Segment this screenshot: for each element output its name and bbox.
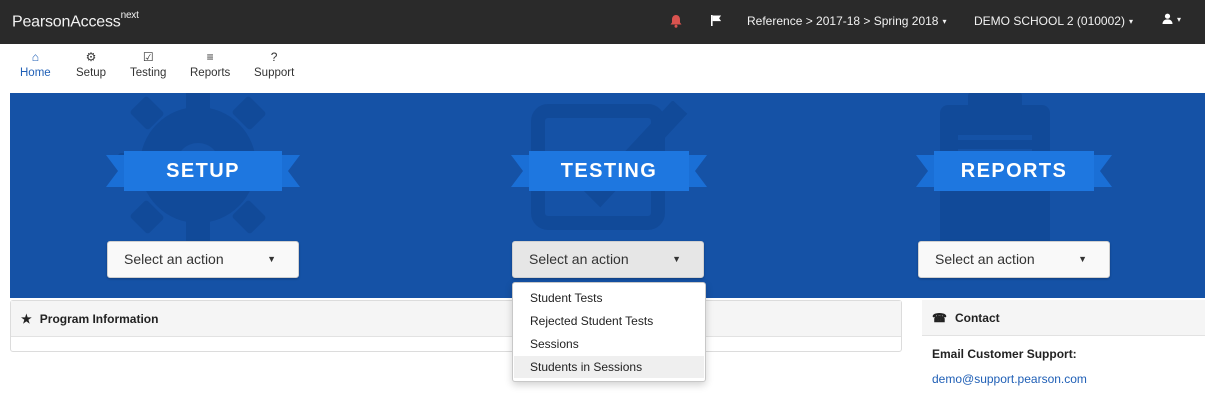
testing-action-select[interactable]: Select an action ▼ bbox=[512, 241, 704, 278]
menu-item-sessions[interactable]: Sessions bbox=[514, 333, 704, 355]
setup-title: SETUP bbox=[124, 151, 282, 191]
caret-down-icon: ▼ bbox=[267, 254, 276, 264]
email-support-label: Email Customer Support: bbox=[932, 347, 1077, 361]
select-label: Select an action bbox=[124, 251, 224, 267]
chevron-down-icon: ▾ bbox=[942, 17, 947, 26]
nav-label: Home bbox=[20, 67, 51, 79]
phone-icon: ☎ bbox=[932, 311, 947, 325]
gear-icon: ⚙ bbox=[85, 50, 97, 64]
panel-title: Contact bbox=[954, 311, 1000, 325]
nav-label: Testing bbox=[130, 67, 167, 79]
reports-title: REPORTS bbox=[934, 151, 1094, 191]
nav-label: Support bbox=[254, 67, 295, 79]
hero-banner: SETUP TESTING REPORTS Select an action ▼… bbox=[10, 93, 1205, 298]
testing-ribbon: TESTING bbox=[511, 151, 707, 191]
chevron-down-icon: ▾ bbox=[1177, 15, 1182, 24]
setup-ribbon: SETUP bbox=[106, 151, 300, 191]
nav-testing[interactable]: ☑ Testing bbox=[130, 50, 166, 79]
main-nav: ⌂ Home ⚙ Setup ☑ Testing ≡ Reports ? Sup… bbox=[0, 44, 1205, 93]
nav-reports[interactable]: ≡ Reports bbox=[190, 50, 230, 79]
contact-panel: ☎ Contact Email Customer Support: demo@su… bbox=[922, 300, 1205, 403]
panel-header: ☎ Contact bbox=[922, 300, 1205, 336]
reports-ribbon: REPORTS bbox=[916, 151, 1112, 191]
panel-title: Program Information bbox=[39, 312, 159, 326]
bell-icon[interactable] bbox=[668, 13, 684, 29]
app-logo[interactable]: PearsonAccessnext bbox=[12, 10, 139, 31]
menu-item-rejected-student-tests[interactable]: Rejected Student Tests bbox=[514, 310, 704, 332]
nav-label: Reports bbox=[190, 67, 231, 79]
caret-down-icon: ▼ bbox=[672, 254, 681, 264]
organization-name: DEMO SCHOOL 2 (010002) bbox=[974, 14, 1125, 28]
testing-action-menu: Student Tests Rejected Student Tests Ses… bbox=[512, 282, 706, 382]
support-email-link[interactable]: demo@support.pearson.com bbox=[932, 372, 1087, 386]
organization-dropdown[interactable]: DEMO SCHOOL 2 (010002) ▾ bbox=[974, 14, 1133, 28]
nav-home[interactable]: ⌂ Home bbox=[20, 50, 51, 79]
setup-action-select[interactable]: Select an action ▼ bbox=[107, 241, 299, 278]
menu-item-student-tests[interactable]: Student Tests bbox=[514, 287, 704, 309]
question-icon: ? bbox=[270, 50, 278, 64]
menu-item-students-in-sessions[interactable]: Students in Sessions bbox=[514, 356, 704, 378]
caret-down-icon: ▼ bbox=[1078, 254, 1087, 264]
nav-setup[interactable]: ⚙ Setup bbox=[76, 50, 106, 79]
select-label: Select an action bbox=[529, 251, 629, 267]
checkbox-icon: ☑ bbox=[142, 50, 154, 64]
report-icon: ≡ bbox=[206, 50, 214, 64]
home-icon: ⌂ bbox=[31, 50, 39, 64]
user-menu[interactable]: ▾ bbox=[1162, 12, 1181, 26]
breadcrumb-text: Reference > 2017-18 > Spring 2018 bbox=[747, 14, 939, 28]
chevron-down-icon: ▾ bbox=[1128, 17, 1133, 26]
breadcrumb-dropdown[interactable]: Reference > 2017-18 > Spring 2018 ▾ bbox=[747, 14, 947, 28]
flag-icon[interactable] bbox=[709, 13, 723, 27]
reports-action-select[interactable]: Select an action ▼ bbox=[918, 241, 1110, 278]
select-label: Select an action bbox=[935, 251, 1035, 267]
top-bar: PearsonAccessnext Reference > 2017-18 > … bbox=[0, 0, 1205, 44]
program-information-panel: ★ Program Information bbox=[10, 300, 902, 352]
nav-support[interactable]: ? Support bbox=[254, 50, 294, 79]
nav-label: Setup bbox=[76, 67, 107, 79]
star-icon: ★ bbox=[21, 312, 32, 326]
panel-header[interactable]: ★ Program Information bbox=[11, 301, 901, 337]
user-icon bbox=[1162, 13, 1173, 24]
testing-title: TESTING bbox=[529, 151, 689, 191]
